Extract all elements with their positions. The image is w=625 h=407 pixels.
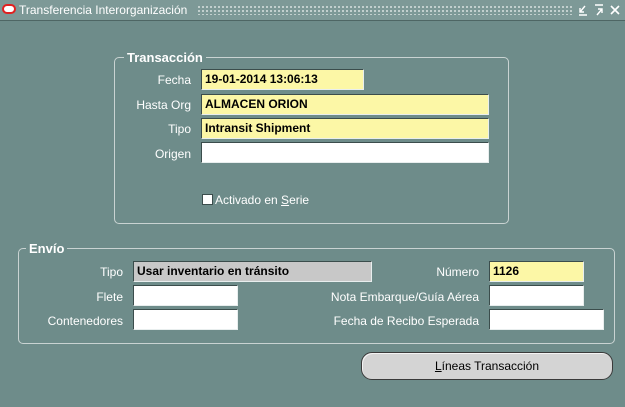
nota-embarque-label: Nota Embarque/Guía Aérea	[330, 290, 479, 304]
fecha-recibo-field[interactable]	[489, 309, 604, 330]
hasta-org-label: Hasta Org	[136, 98, 191, 112]
hasta-org-field[interactable]: ALMACEN ORION	[201, 94, 489, 115]
minimize-icon[interactable]	[576, 2, 590, 18]
window-title: Transferencia Interorganización	[19, 3, 188, 17]
tipo-field[interactable]: Intransit Shipment	[201, 118, 489, 139]
flete-field[interactable]	[133, 285, 238, 306]
activado-en-serie-label[interactable]: Activado en Serie	[215, 193, 309, 207]
lineas-transaccion-button[interactable]: Líneas Transacción	[361, 352, 613, 380]
envio-group-title: Envío	[26, 241, 68, 256]
nota-embarque-field[interactable]	[489, 285, 584, 306]
fecha-label: Fecha	[157, 73, 191, 87]
fecha-recibo-label: Fecha de Recibo Esperada	[333, 314, 479, 328]
contenedores-field[interactable]	[133, 309, 238, 330]
numero-label: Número	[436, 265, 479, 279]
maximize-icon[interactable]	[592, 2, 606, 18]
oracle-logo-icon	[2, 4, 16, 14]
close-icon[interactable]	[608, 2, 622, 18]
origen-label: Origen	[154, 147, 191, 161]
contenedores-label: Contenedores	[47, 314, 123, 328]
tipo-label: Tipo	[168, 122, 191, 136]
activado-en-serie-checkbox[interactable]	[202, 194, 213, 205]
numero-field[interactable]: 1126	[489, 261, 584, 282]
title-bar-grip	[197, 5, 573, 15]
flete-label: Flete	[96, 290, 123, 304]
envio-tipo-label: Tipo	[100, 265, 123, 279]
window-title-bar[interactable]: Transferencia Interorganización	[0, 0, 625, 21]
transaccion-group-title: Transacción	[124, 50, 206, 65]
origen-field[interactable]	[201, 142, 489, 163]
fecha-field[interactable]: 19-01-2014 13:06:13	[201, 69, 364, 90]
